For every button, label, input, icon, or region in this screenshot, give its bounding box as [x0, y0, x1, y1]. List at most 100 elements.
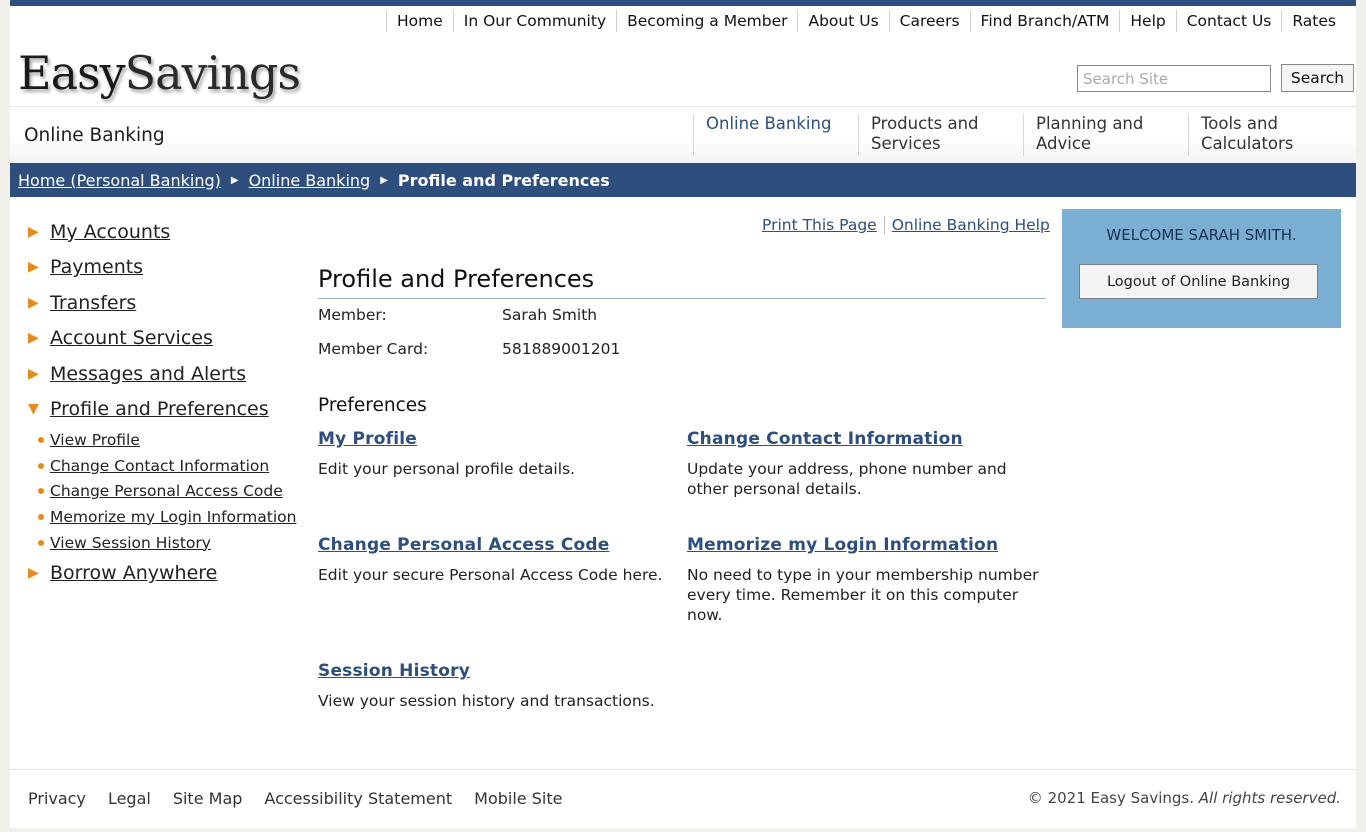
pref-memorize-login-desc: No need to type in your membership numbe… [687, 566, 1039, 624]
left-nav-link[interactable]: Messages and Alerts [50, 363, 246, 385]
utility-nav: Home In Our Community Becoming a Member … [385, 10, 1346, 32]
main-nav-planning-advice[interactable]: Planning and Advice [1023, 114, 1188, 156]
main-nav-label-line1: Planning and [1036, 114, 1144, 133]
member-card-label: Member Card: [318, 340, 429, 358]
copyright: © 2021 Easy Savings. All rights reserved… [1028, 789, 1341, 807]
main-nav: Online Banking Products and Services Pla… [693, 114, 1353, 156]
util-nav-help[interactable]: Help [1119, 10, 1175, 32]
pref-my-profile-desc: Edit your personal profile details. [318, 460, 576, 478]
search-button[interactable]: Search [1281, 64, 1354, 92]
util-nav-careers[interactable]: Careers [888, 10, 970, 32]
util-nav-about[interactable]: About Us [797, 10, 888, 32]
left-nav-link[interactable]: Transfers [50, 292, 136, 314]
left-nav-item-borrow-anywhere: ▶ Borrow Anywhere [28, 555, 308, 591]
arrow-right-icon: ▶ [28, 565, 39, 582]
breadcrumb: Home (Personal Banking) ▶ Online Banking… [10, 163, 1356, 197]
arrow-right-icon: ▶ [28, 223, 39, 240]
preferences-heading: Preferences [318, 395, 427, 416]
main-nav-products-services[interactable]: Products and Services [858, 114, 1023, 156]
left-nav-item-my-accounts: ▶ My Accounts [28, 214, 308, 250]
util-nav-contact[interactable]: Contact Us [1175, 10, 1282, 32]
main-nav-tools-calculators[interactable]: Tools and Calculators [1188, 114, 1353, 156]
main-nav-label-line2: Calculators [1201, 134, 1294, 153]
copyright-text: © 2021 Easy Savings. [1027, 789, 1195, 807]
breadcrumb-separator-icon: ▶ [230, 174, 239, 186]
left-nav-subitem: View Session History [28, 530, 308, 556]
online-banking-help-link[interactable]: Online Banking Help [883, 216, 1057, 234]
breadcrumb-online-banking[interactable]: Online Banking [249, 171, 371, 190]
easysavings-logo[interactable]: EasySavings [18, 46, 301, 100]
print-page-link[interactable]: Print This Page [762, 216, 884, 234]
util-nav-community[interactable]: In Our Community [452, 10, 616, 32]
left-nav-subitem: Change Personal Access Code [28, 478, 308, 504]
pref-my-profile: My Profile Edit your personal profile de… [318, 429, 678, 479]
left-nav-sublink-memorize-login[interactable]: Memorize my Login Information [50, 508, 296, 526]
main-nav-label-line2: Advice [1036, 134, 1092, 153]
logo-part-savings: Savings [124, 46, 301, 100]
util-nav-find-branch[interactable]: Find Branch/ATM [969, 10, 1120, 32]
left-nav-item-payments: ▶ Payments [28, 250, 308, 286]
util-nav-home[interactable]: Home [385, 10, 453, 32]
left-nav-subitem: View Profile [28, 427, 308, 453]
member-value: Sarah Smith [502, 306, 598, 324]
welcome-panel: WELCOME SARAH SMITH. Logout of Online Ba… [1062, 209, 1341, 328]
footer-link-legal[interactable]: Legal [108, 789, 151, 808]
left-nav-sublink-session-history[interactable]: View Session History [50, 534, 211, 552]
footer-divider [10, 769, 1356, 770]
pref-memorize-login: Memorize my Login Information No need to… [687, 535, 1047, 625]
pref-change-pac-link[interactable]: Change Personal Access Code [318, 535, 610, 555]
search-input[interactable] [1077, 65, 1271, 92]
page: Home In Our Community Becoming a Member … [10, 0, 1356, 828]
pref-change-contact-link[interactable]: Change Contact Information [687, 429, 963, 449]
left-nav-subitem: Memorize my Login Information [28, 504, 308, 530]
left-nav-link[interactable]: Profile and Preferences [50, 398, 269, 420]
pref-memorize-login-link[interactable]: Memorize my Login Information [687, 535, 998, 555]
bullet-icon [38, 488, 44, 495]
member-card-value: 581889001201 [502, 340, 621, 358]
arrow-right-icon: ▶ [28, 365, 39, 382]
page-title: Profile and Preferences [318, 265, 1046, 299]
main-nav-label-line2: Services [871, 134, 941, 153]
arrow-right-icon: ▶ [28, 259, 39, 276]
section-title: Online Banking [24, 125, 165, 146]
bullet-icon [38, 462, 44, 469]
left-nav: ▶ My Accounts ▶ Payments ▶ Transfers ▶ A… [28, 214, 308, 591]
member-label: Member: [318, 306, 387, 324]
left-nav-link[interactable]: Payments [50, 256, 143, 278]
left-nav-sublink-change-pac[interactable]: Change Personal Access Code [50, 482, 283, 500]
left-nav-link[interactable]: Borrow Anywhere [50, 562, 217, 584]
rights-text: All rights reserved. [1198, 789, 1341, 807]
pref-session-history-desc: View your session history and transactio… [318, 692, 655, 710]
pref-session-history: Session History View your session histor… [318, 661, 678, 711]
breadcrumb-home[interactable]: Home (Personal Banking) [18, 171, 221, 190]
arrow-right-icon: ▶ [28, 294, 39, 311]
top-stripe [10, 0, 1356, 6]
left-nav-link[interactable]: My Accounts [50, 221, 170, 243]
footer-links: Privacy Legal Site Map Accessibility Sta… [28, 789, 584, 808]
left-nav-item-profile-preferences: ▼ Profile and Preferences [28, 392, 308, 428]
util-nav-rates[interactable]: Rates [1281, 10, 1346, 32]
main-nav-label-line1: Online Banking [706, 114, 832, 133]
footer-link-site-map[interactable]: Site Map [173, 789, 243, 808]
left-nav-link[interactable]: Account Services [50, 327, 213, 349]
util-nav-becoming-member[interactable]: Becoming a Member [616, 10, 797, 32]
pref-session-history-link[interactable]: Session History [318, 661, 470, 681]
breadcrumb-separator-icon: ▶ [380, 174, 388, 186]
left-nav-sublink-change-contact[interactable]: Change Contact Information [50, 457, 269, 475]
main-nav-label-line1: Tools and [1201, 114, 1278, 133]
footer-link-mobile-site[interactable]: Mobile Site [474, 789, 562, 808]
left-nav-sublink-view-profile[interactable]: View Profile [50, 431, 140, 449]
main-nav-online-banking[interactable]: Online Banking [693, 114, 858, 156]
logout-button[interactable]: Logout of Online Banking [1079, 264, 1318, 299]
pref-change-contact: Change Contact Information Update your a… [687, 429, 1047, 499]
bullet-icon [38, 539, 44, 546]
footer-link-privacy[interactable]: Privacy [28, 789, 86, 808]
bullet-icon [38, 436, 44, 443]
left-nav-subitem: Change Contact Information [28, 453, 308, 479]
pref-my-profile-link[interactable]: My Profile [318, 429, 417, 449]
footer-link-accessibility[interactable]: Accessibility Statement [264, 789, 452, 808]
left-nav-item-transfers: ▶ Transfers [28, 285, 308, 321]
logo-part-easy: Easy [18, 46, 126, 100]
welcome-text: WELCOME SARAH SMITH. [1106, 226, 1297, 244]
bullet-icon [38, 513, 44, 520]
